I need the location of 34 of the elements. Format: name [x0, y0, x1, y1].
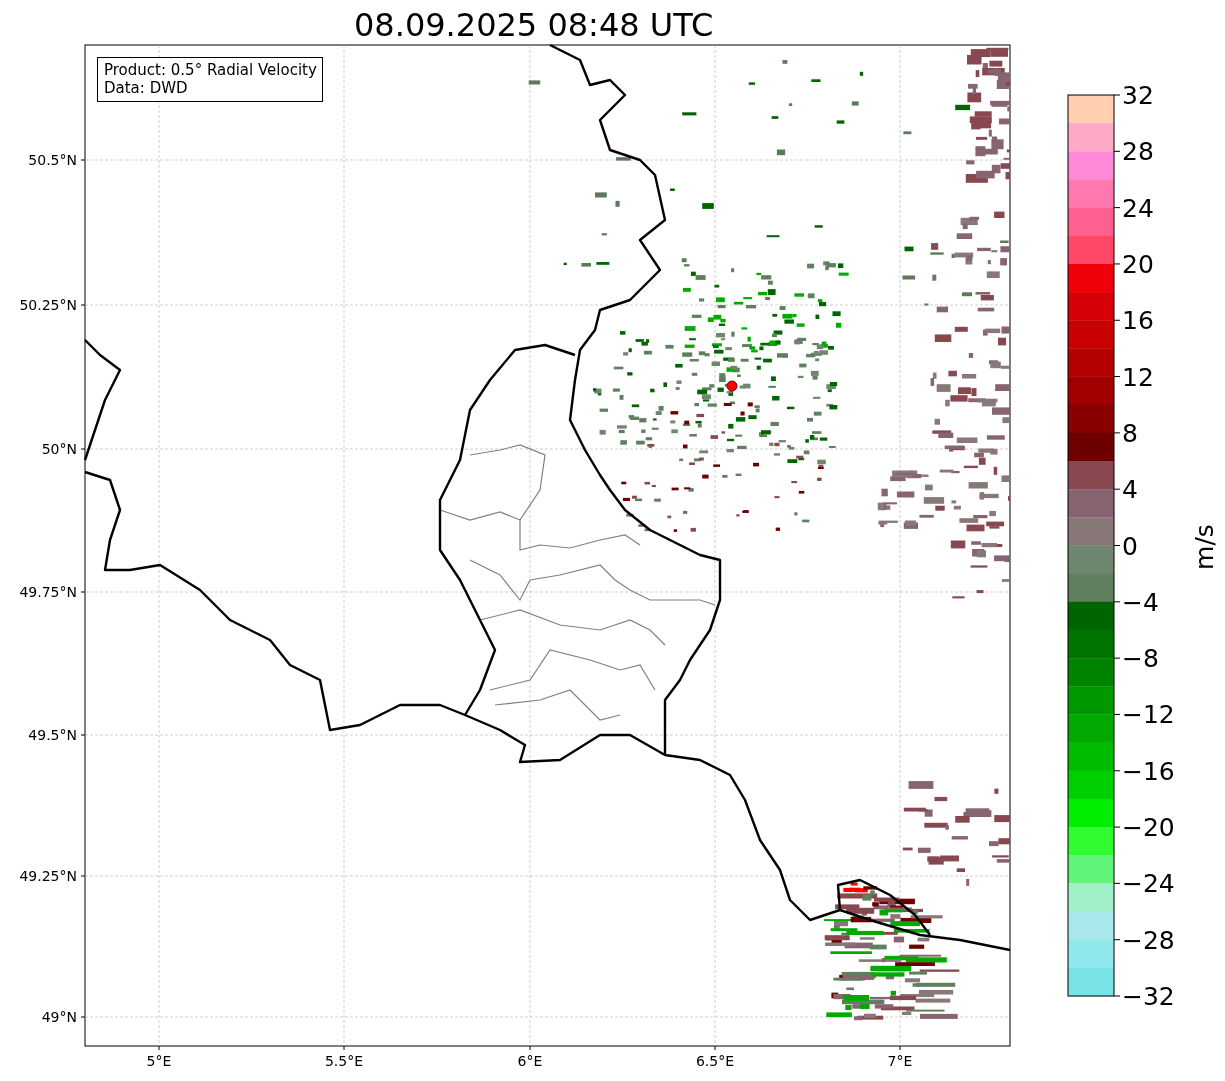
info-text: Data: DWD [104, 79, 189, 97]
axis-tick-label: 49.25°N [19, 868, 77, 884]
colorbar-tick-label: −16 [1122, 756, 1175, 786]
axis-tick-label: 6.5°E [695, 1053, 735, 1069]
colorbar-tick-label: 8 [1122, 418, 1138, 448]
colorbar-tick-label: −32 [1122, 982, 1175, 1011]
radar-site-marker [726, 380, 738, 392]
colorbar-tick-label: 20 [1122, 249, 1154, 279]
colorbar-tick-label: −20 [1122, 813, 1175, 843]
info-text: Product: 0.5° Radial Velocity [104, 61, 317, 79]
colorbar-tick-label: −28 [1122, 925, 1175, 955]
colorbar-tick-label: −4 [1122, 587, 1159, 617]
axis-tick-label: 50.5°N [28, 152, 77, 168]
axis-tick-label: 50°N [41, 441, 77, 457]
colorbar-tick-label: 12 [1122, 362, 1154, 392]
chart-title: 08.09.2025 08:48 UTC [354, 5, 714, 41]
colorbar-tick-label: −24 [1122, 869, 1175, 899]
colorbar-tick-label: 0 [1122, 531, 1138, 561]
axis-tick-label: 6°E [517, 1053, 543, 1069]
colorbar-tick-label: 24 [1122, 193, 1154, 223]
colorbar-tick-label: 32 [1122, 81, 1154, 110]
axis-tick-label: 49°N [41, 1009, 77, 1025]
axis-tick-label: 5.5°E [324, 1053, 364, 1069]
axis-tick-label: 49.5°N [28, 727, 77, 743]
axis-tick-label: 5°E [146, 1053, 172, 1069]
colorbar-tick-label: 28 [1122, 137, 1154, 167]
axis-tick-label: 7°E [887, 1053, 913, 1069]
colorbar-tick-label: 4 [1122, 475, 1138, 505]
axis-tick-label: 49.75°N [19, 584, 77, 600]
colorbar-tick-label: 16 [1122, 306, 1154, 336]
colorbar-tick-label: −8 [1122, 644, 1159, 674]
colorbar-label: m/s [1190, 524, 1219, 570]
axis-tick-label: 50.25°N [19, 297, 77, 313]
colorbar-tick-label: −12 [1122, 700, 1175, 730]
